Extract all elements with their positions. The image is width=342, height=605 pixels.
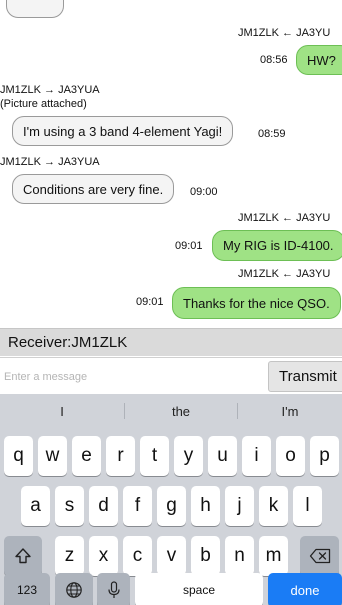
message-header: JM1ZLK ← JA3YU — [238, 212, 331, 224]
message-bubble[interactable]: I'm using a 3 band 4-element Yagi! — [12, 116, 234, 146]
key-r[interactable]: r — [106, 436, 135, 476]
message-header: JM1ZLK ← JA3YU — [238, 27, 331, 39]
key-x[interactable]: x — [89, 536, 118, 576]
key-v[interactable]: v — [157, 536, 186, 576]
message-bubble[interactable]: HW? — [296, 45, 342, 75]
key-y[interactable]: y — [174, 436, 203, 476]
microphone-icon — [107, 581, 120, 598]
key-d[interactable]: d — [89, 486, 118, 526]
key-w[interactable]: w — [38, 436, 67, 476]
message-time: 09:01 — [136, 296, 164, 308]
key-m[interactable]: m — [259, 536, 288, 576]
keyboard: I the I'm q w e r t y u i o p a s d f g … — [0, 394, 342, 605]
key-g[interactable]: g — [157, 486, 186, 526]
globe-icon — [66, 582, 82, 598]
message-bubble[interactable]: Conditions are very fine. — [12, 174, 175, 204]
key-z[interactable]: z — [55, 536, 84, 576]
message-header: JM1ZLK → JA3YUA — [0, 156, 100, 168]
key-b[interactable]: b — [191, 536, 220, 576]
shift-key[interactable] — [4, 536, 42, 576]
backspace-key[interactable] — [300, 536, 339, 576]
key-f[interactable]: f — [123, 486, 152, 526]
key-o[interactable]: o — [276, 436, 305, 476]
composer-bar: Transmit — [0, 357, 342, 394]
backspace-icon — [309, 548, 330, 564]
message-time: 09:00 — [190, 186, 218, 198]
key-n[interactable]: n — [225, 536, 254, 576]
dictation-key[interactable] — [97, 573, 130, 605]
message-bubble[interactable]: Thanks for the nice QSO. — [172, 287, 341, 319]
message-input[interactable] — [0, 362, 266, 392]
message-bubble[interactable]: My RIG is ID-4100. — [212, 230, 342, 261]
space-key[interactable]: space — [135, 573, 263, 605]
attachment-note: (Picture attached) — [0, 98, 87, 110]
message-time: 09:01 — [175, 240, 203, 252]
key-t[interactable]: t — [140, 436, 169, 476]
key-s[interactable]: s — [55, 486, 84, 526]
key-a[interactable]: a — [21, 486, 50, 526]
suggestion-item[interactable]: I — [0, 394, 124, 428]
suggestion-bar: I the I'm — [0, 394, 342, 428]
suggestion-item[interactable]: the — [125, 394, 237, 428]
key-j[interactable]: j — [225, 486, 254, 526]
transmit-button[interactable]: Transmit — [268, 361, 342, 392]
key-l[interactable]: l — [293, 486, 322, 526]
receiver-bar: Receiver:JM1ZLK — [0, 328, 342, 356]
message-header: JM1ZLK → JA3YUA — [0, 84, 100, 96]
key-e[interactable]: e — [72, 436, 101, 476]
key-u[interactable]: u — [208, 436, 237, 476]
receiver-label: Receiver:JM1ZLK — [8, 334, 128, 351]
done-key[interactable]: done — [268, 573, 342, 605]
numbers-key[interactable]: 123 — [4, 573, 50, 605]
key-c[interactable]: c — [123, 536, 152, 576]
globe-key[interactable] — [55, 573, 93, 605]
shift-icon — [15, 548, 31, 564]
message-bubble-partial — [6, 0, 64, 18]
key-p[interactable]: p — [310, 436, 339, 476]
chat-log[interactable]: JM1ZLK ← JA3YU 08:56 HW? JM1ZLK → JA3YUA… — [0, 0, 342, 328]
key-h[interactable]: h — [191, 486, 220, 526]
message-header: JM1ZLK ← JA3YU — [238, 268, 331, 280]
key-q[interactable]: q — [4, 436, 33, 476]
key-i[interactable]: i — [242, 436, 271, 476]
suggestion-item[interactable]: I'm — [238, 394, 342, 428]
key-k[interactable]: k — [259, 486, 288, 526]
message-time: 08:56 — [260, 54, 288, 66]
message-time: 08:59 — [258, 128, 286, 140]
